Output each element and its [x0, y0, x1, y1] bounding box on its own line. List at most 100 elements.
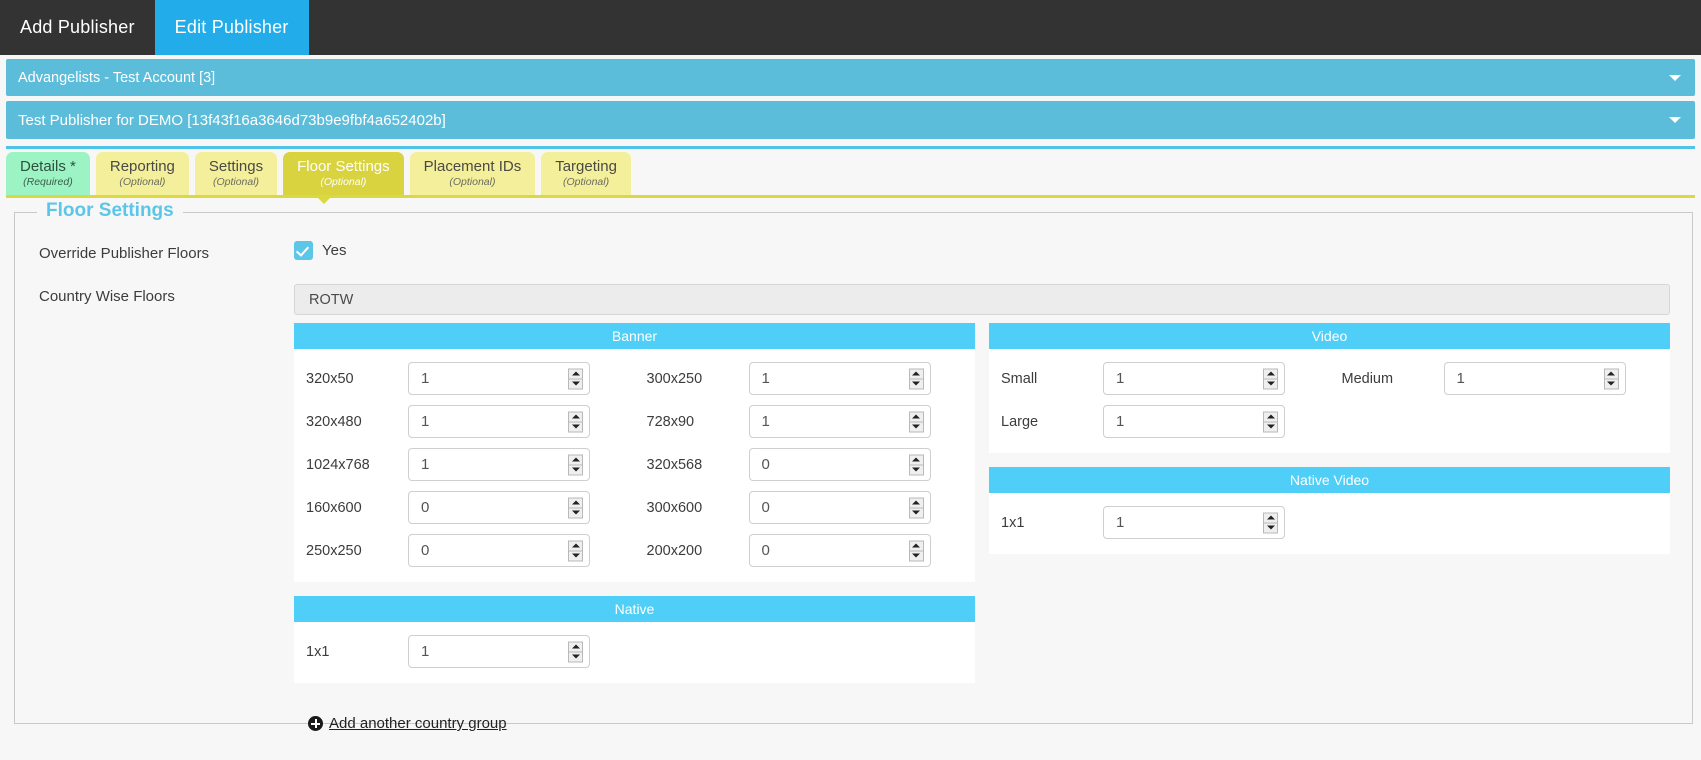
spinner-icon[interactable]: [908, 411, 924, 432]
spinner-icon[interactable]: [908, 540, 924, 561]
section-native-video: Native Video 1x1 1: [989, 467, 1670, 554]
section-native-video-title: Native Video: [989, 467, 1670, 493]
field-banner-300x250-input[interactable]: 1: [748, 362, 931, 395]
spinner-icon[interactable]: [568, 540, 583, 561]
field-banner-200x200-input[interactable]: 0: [748, 534, 931, 567]
tab-details-label: Details *: [20, 157, 76, 175]
accordion-publisher[interactable]: Test Publisher for DEMO [13f43f16a3646d7…: [6, 101, 1695, 139]
field-banner-160x600-value: 0: [421, 499, 430, 516]
field-native-video-1x1: 1x1 1: [989, 501, 1330, 544]
field-video-small-input[interactable]: 1: [1103, 362, 1285, 395]
field-banner-320x50-label: 320x50: [306, 370, 354, 387]
field-banner-250x250-value: 0: [421, 542, 430, 559]
spinner-icon[interactable]: [1263, 512, 1278, 533]
tab-settings[interactable]: Settings (Optional): [194, 151, 278, 195]
section-video-title: Video: [989, 323, 1670, 349]
field-banner-320x480-input[interactable]: 1: [408, 405, 590, 438]
form-tab-strip: Details * (Required) Reporting (Optional…: [6, 151, 1695, 204]
field-banner-320x50-value: 1: [421, 370, 430, 387]
floor-sections-grid: Banner 320x50 1 300x250 1 320x480 1 728x…: [294, 323, 1670, 697]
field-banner-300x250-label: 300x250: [646, 370, 703, 387]
field-banner-1024x768-input[interactable]: 1: [408, 448, 590, 481]
field-banner-250x250-input[interactable]: 0: [408, 534, 590, 567]
field-video-large: Large 1: [989, 400, 1330, 443]
tab-targeting-sub: (Optional): [563, 175, 610, 188]
chevron-down-icon: [1669, 117, 1681, 123]
nav-tab-edit-publisher[interactable]: Edit Publisher: [154, 0, 309, 55]
page-title: Floor Settings: [37, 200, 183, 222]
floor-settings-panel: Floor Settings Override Publisher Floors…: [14, 200, 1693, 732]
tab-reporting-label: Reporting: [109, 157, 175, 175]
tab-details-sub: (Required): [23, 175, 73, 188]
spinner-icon[interactable]: [568, 368, 583, 389]
spinner-icon[interactable]: [1263, 411, 1278, 432]
nav-tab-add-publisher-label: Add Publisher: [20, 17, 135, 37]
field-video-large-input[interactable]: 1: [1103, 405, 1285, 438]
field-banner-728x90-label: 728x90: [646, 413, 695, 430]
field-banner-300x600-input[interactable]: 0: [748, 491, 931, 524]
field-banner-160x600-input[interactable]: 0: [408, 491, 590, 524]
right-sections-column: Video Small 1 Medium 1 Large 1 Native Vi…: [989, 323, 1670, 568]
section-native: Native 1x1 1: [294, 596, 975, 683]
spinner-icon[interactable]: [568, 641, 583, 662]
tab-details[interactable]: Details * (Required): [6, 151, 90, 195]
spinner-icon[interactable]: [1603, 368, 1619, 389]
tab-placement-ids-sub: (Optional): [449, 175, 496, 188]
spinner-icon[interactable]: [568, 497, 583, 518]
spinner-icon[interactable]: [568, 454, 583, 475]
section-banner-fields: 320x50 1 300x250 1 320x480 1 728x90 1 10…: [294, 349, 975, 582]
tab-placement-ids[interactable]: Placement IDs (Optional): [409, 151, 536, 195]
tab-settings-label: Settings: [208, 157, 264, 175]
field-native-1x1: 1x1 1: [294, 630, 635, 673]
field-video-small-value: 1: [1116, 370, 1125, 387]
tab-floor-settings-label: Floor Settings: [297, 157, 390, 175]
field-banner-320x480-value: 1: [421, 413, 430, 430]
field-banner-320x50: 320x50 1: [294, 357, 635, 400]
spinner-icon[interactable]: [908, 454, 924, 475]
override-publisher-floors-control: Yes: [294, 241, 346, 260]
field-banner-320x568-label: 320x568: [646, 456, 703, 473]
field-video-medium: Medium 1: [1330, 357, 1671, 400]
add-another-country-group-link[interactable]: Add another country group: [308, 715, 507, 732]
field-banner-728x90-input[interactable]: 1: [748, 405, 931, 438]
field-native-1x1-input[interactable]: 1: [408, 635, 590, 668]
accordion-account[interactable]: Advangelists - Test Account [3]: [6, 59, 1695, 96]
override-publisher-floors-checkbox[interactable]: [294, 241, 313, 260]
nav-tab-add-publisher[interactable]: Add Publisher: [0, 0, 155, 55]
field-video-medium-input[interactable]: 1: [1443, 362, 1626, 395]
field-banner-300x250: 300x250 1: [635, 357, 976, 400]
field-banner-1024x768: 1024x768 1: [294, 443, 635, 486]
spinner-icon[interactable]: [1263, 368, 1278, 389]
field-native-video-1x1-input[interactable]: 1: [1103, 506, 1285, 539]
tab-targeting[interactable]: Targeting (Optional): [541, 151, 631, 195]
nav-tab-edit-publisher-label: Edit Publisher: [174, 17, 289, 37]
override-publisher-floors-label: Override Publisher Floors: [39, 245, 210, 262]
section-video-fields: Small 1 Medium 1 Large 1: [989, 349, 1670, 453]
override-publisher-floors-row: Override Publisher Floors Yes: [15, 241, 1692, 262]
add-another-country-group-label: Add another country group: [329, 715, 507, 732]
override-publisher-floors-checkbox-label: Yes: [322, 242, 347, 259]
field-banner-200x200: 200x200 0: [635, 529, 976, 572]
field-banner-320x568-input[interactable]: 0: [748, 448, 931, 481]
spinner-icon[interactable]: [908, 368, 924, 389]
field-banner-1024x768-value: 1: [421, 456, 430, 473]
section-banner-title: Banner: [294, 323, 975, 349]
spinner-icon[interactable]: [908, 497, 924, 518]
tab-reporting[interactable]: Reporting (Optional): [95, 151, 189, 195]
field-video-medium-value: 1: [1456, 370, 1465, 387]
field-banner-320x50-input[interactable]: 1: [408, 362, 590, 395]
tab-settings-sub: (Optional): [212, 175, 260, 188]
field-native-video-1x1-value: 1: [1116, 514, 1125, 531]
section-video: Video Small 1 Medium 1 Large 1: [989, 323, 1670, 453]
tab-floor-settings[interactable]: Floor Settings (Optional): [283, 151, 404, 195]
field-banner-300x600-label: 300x600: [646, 499, 703, 516]
country-wise-floors-label: Country Wise Floors: [39, 288, 175, 305]
country-group-header[interactable]: ROTW: [294, 284, 1670, 315]
field-video-small-label: Small: [1001, 370, 1038, 387]
field-banner-300x250-value: 1: [761, 370, 770, 387]
country-wise-floors-row: Country Wise Floors ROTW Banner 320x50 1…: [15, 284, 1692, 697]
spinner-icon[interactable]: [568, 411, 583, 432]
field-video-large-value: 1: [1116, 413, 1125, 430]
field-banner-250x250: 250x250 0: [294, 529, 635, 572]
section-native-video-fields: 1x1 1: [989, 493, 1670, 554]
